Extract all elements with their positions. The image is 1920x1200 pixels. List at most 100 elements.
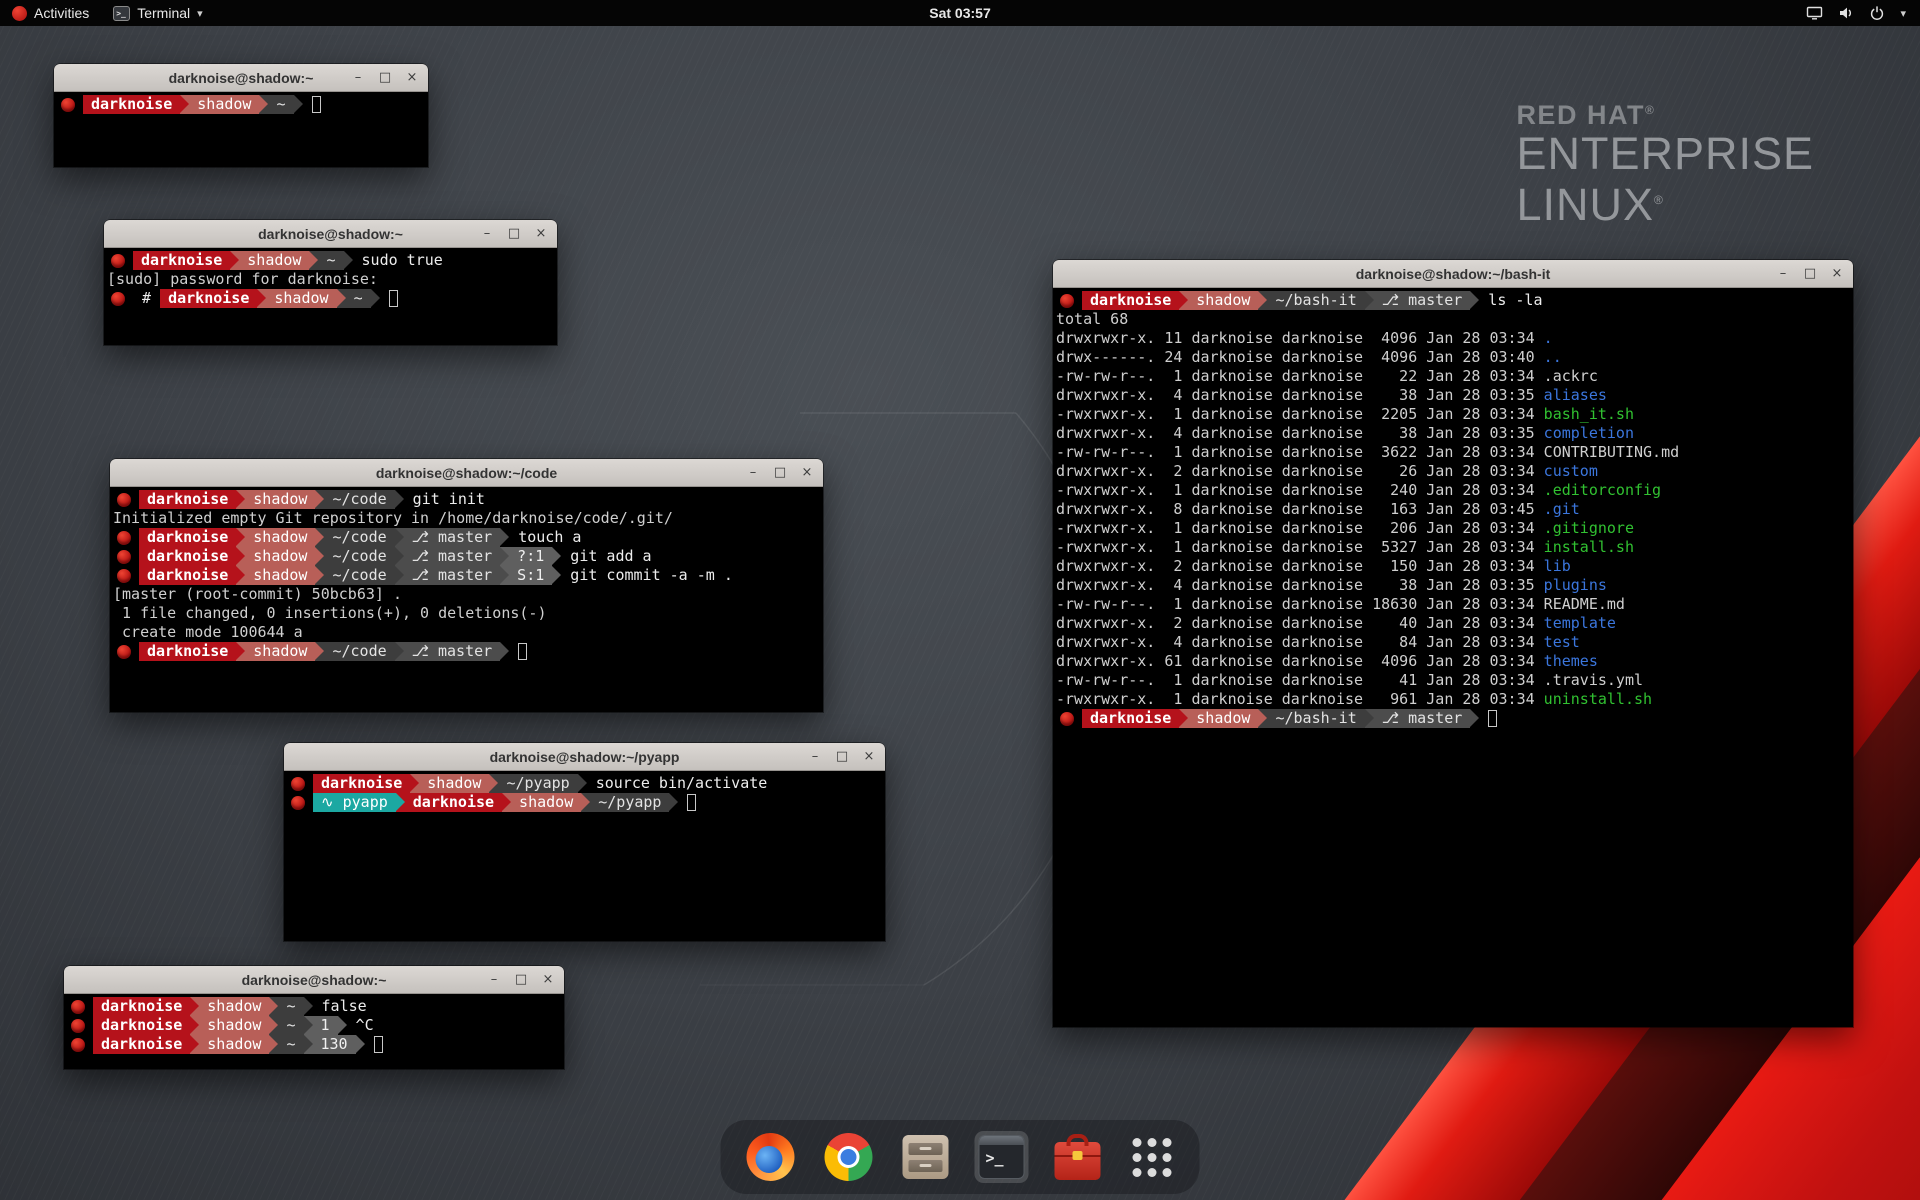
minimize-button[interactable]: – [480, 227, 494, 241]
maximize-button[interactable]: □ [835, 750, 849, 764]
terminal-line: 1 file changed, 0 insertions(+), 0 delet… [113, 604, 823, 623]
terminal-cursor [518, 643, 527, 660]
terminal-text: drwxrwxr-x. 2 darknoise darknoise 40 Jan… [1056, 614, 1544, 633]
volume-icon [1838, 5, 1854, 21]
registered-mark: ® [1645, 103, 1655, 117]
maximize-button[interactable]: □ [378, 71, 392, 85]
maximize-button[interactable]: □ [1803, 267, 1817, 281]
toolbox-icon[interactable] [1051, 1130, 1105, 1184]
powerline-separator [395, 566, 404, 585]
terminal-text: -rw-rw-r--. 1 darknoise darknoise 3622 J… [1056, 443, 1544, 462]
system-status-area[interactable]: ▾ [1792, 0, 1920, 26]
display-icon [1806, 5, 1823, 21]
prompt-segment: ⎇ master [404, 528, 501, 547]
activities-button[interactable]: Activities [0, 0, 101, 26]
prompt-segment: darknoise [139, 490, 236, 509]
prompt-segment: darknoise [405, 793, 502, 812]
close-button[interactable]: × [862, 750, 876, 764]
terminal-content[interactable]: darknoiseshadow~ [54, 92, 428, 167]
close-button[interactable]: × [800, 466, 814, 480]
chrome-icon[interactable] [821, 1129, 877, 1185]
redhat-prompt-icon [291, 777, 305, 791]
terminal-text: . [1544, 329, 1553, 348]
prompt-segment: ~ [278, 1035, 303, 1054]
app-menu-terminal[interactable]: >_ Terminal ▾ [101, 0, 214, 26]
terminal-text: -rw-rw-r--. 1 darknoise darknoise 22 Jan… [1056, 367, 1544, 386]
powerline-separator [371, 289, 380, 308]
powerline-separator [1365, 291, 1374, 310]
prompt-segment: darknoise [93, 1035, 190, 1054]
terminal-text: drwxrwxr-x. 2 darknoise darknoise 150 Ja… [1056, 557, 1544, 576]
terminal-line: darknoiseshadow~ [57, 95, 428, 114]
terminal-text: custom [1544, 462, 1598, 481]
powerline-separator [269, 1016, 278, 1035]
minimize-button[interactable]: – [746, 466, 760, 480]
window-titlebar[interactable]: darknoise@shadow:~ – □ × [64, 966, 564, 994]
terminal-line: darknoiseshadow~/code git init [113, 490, 823, 509]
powerline-separator [502, 793, 511, 812]
window-titlebar[interactable]: darknoise@shadow:~ – □ × [54, 64, 428, 92]
redhat-prompt-icon [117, 493, 131, 507]
terminal-window-bash-it: darknoise@shadow:~/bash-it – □ × darknoi… [1053, 260, 1853, 1027]
terminal-cursor [312, 96, 321, 113]
terminal-content[interactable]: darknoiseshadow~ falsedarknoiseshadow~1 … [64, 994, 564, 1069]
powerline-separator [269, 997, 278, 1016]
files-icon[interactable] [899, 1131, 953, 1183]
powerline-separator [315, 642, 324, 661]
terminal-window-pyapp: darknoise@shadow:~/pyapp – □ × darknoise… [284, 743, 885, 941]
terminal-line: [master (root-commit) 50bcb63] . [113, 585, 823, 604]
terminal-line: darknoiseshadow~/bash-it⎇ master ls -la [1056, 291, 1853, 310]
close-button[interactable]: × [405, 71, 419, 85]
prompt-segment: ~/code [324, 490, 394, 509]
powerline-separator [395, 528, 404, 547]
window-titlebar[interactable]: darknoise@shadow:~/pyapp – □ × [284, 743, 885, 771]
terminal-text: .editorconfig [1544, 481, 1661, 500]
terminal-text: .git [1544, 500, 1580, 519]
powerline-separator [315, 547, 324, 566]
powerline-separator [190, 1035, 199, 1054]
maximize-button[interactable]: □ [514, 973, 528, 987]
prompt-segment: darknoise [160, 289, 257, 308]
redhat-prompt-icon [71, 1038, 85, 1052]
terminal-content[interactable]: darknoiseshadow~/code git initInitialize… [110, 487, 823, 712]
minimize-button[interactable]: – [487, 973, 501, 987]
firefox-icon[interactable] [743, 1129, 799, 1185]
window-titlebar[interactable]: darknoise@shadow:~/bash-it – □ × [1053, 260, 1853, 288]
minimize-button[interactable]: – [1776, 267, 1790, 281]
window-titlebar[interactable]: darknoise@shadow:~/code – □ × [110, 459, 823, 487]
minimize-button[interactable]: – [351, 71, 365, 85]
prompt-segment: shadow [511, 793, 581, 812]
clock[interactable]: Sat 03:57 [929, 5, 990, 21]
maximize-button[interactable]: □ [773, 466, 787, 480]
powerline-separator [1470, 291, 1479, 310]
terminal-content[interactable]: darknoiseshadow~/bash-it⎇ master ls -la t… [1053, 288, 1853, 1027]
minimize-button[interactable]: – [808, 750, 822, 764]
app-grid-icon[interactable] [1127, 1132, 1178, 1183]
terminal-text: drwxrwxr-x. 61 darknoise darknoise 4096 … [1056, 652, 1544, 671]
close-button[interactable]: × [1830, 267, 1844, 281]
terminal-line: ∿ pyappdarknoiseshadow~/pyapp [287, 793, 885, 812]
terminal-text: drwxrwxr-x. 2 darknoise darknoise 26 Jan… [1056, 462, 1544, 481]
maximize-button[interactable]: □ [507, 227, 521, 241]
terminal-line: Initialized empty Git repository in /hom… [113, 509, 823, 528]
terminal-cursor [374, 1036, 383, 1053]
terminal-text: touch a [509, 528, 581, 547]
terminal-content[interactable]: darknoiseshadow~/pyapp source bin/activa… [284, 771, 885, 941]
redhat-prompt-icon [117, 550, 131, 564]
powerline-separator [294, 95, 303, 114]
close-button[interactable]: × [541, 973, 555, 987]
terminal-content[interactable]: darknoiseshadow~ sudo true[sudo] passwor… [104, 248, 557, 345]
powerline-separator [236, 490, 245, 509]
close-button[interactable]: × [534, 227, 548, 241]
terminal-titlebar-glyph [980, 1136, 1024, 1145]
terminal-dock-icon[interactable]: >_ [975, 1131, 1029, 1183]
powerline-separator [500, 547, 509, 566]
prompt-segment: 1 [313, 1016, 338, 1035]
terminal-text: themes [1544, 652, 1598, 671]
window-titlebar[interactable]: darknoise@shadow:~ – □ × [104, 220, 557, 248]
terminal-text: 1 file changed, 0 insertions(+), 0 delet… [113, 604, 546, 623]
window-title: darknoise@shadow:~ [258, 226, 403, 242]
powerline-separator [552, 566, 561, 585]
terminal-line: drwxrwxr-x. 2 darknoise darknoise 40 Jan… [1056, 614, 1853, 633]
terminal-line: [sudo] password for darknoise: [107, 270, 557, 289]
